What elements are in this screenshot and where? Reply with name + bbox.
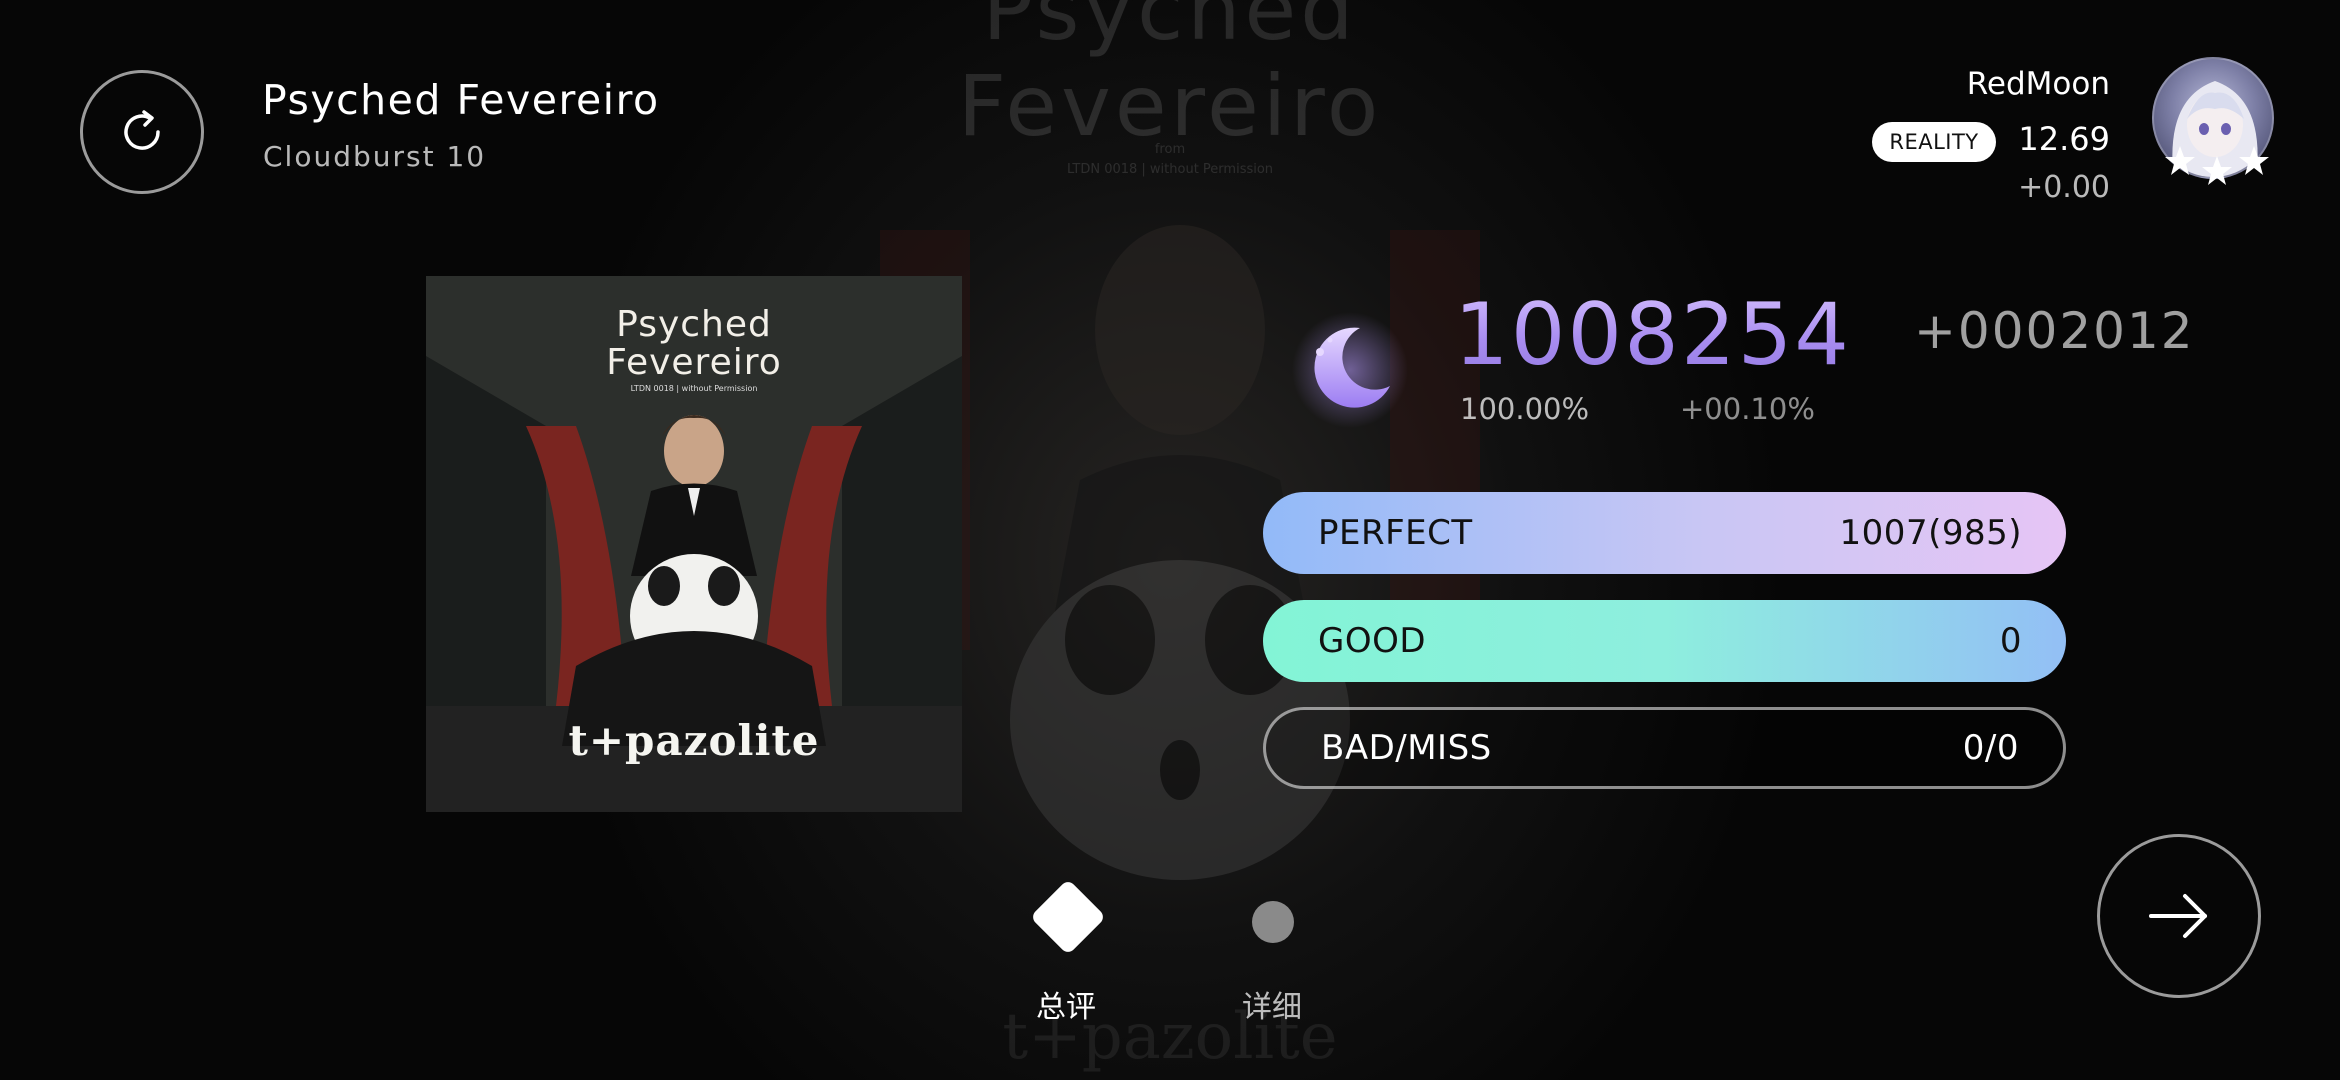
bad-miss-label: BAD/MISS — [1321, 728, 1492, 768]
diamond-icon — [1029, 878, 1107, 956]
good-label: GOOD — [1318, 621, 1427, 661]
player-name: RedMoon — [1966, 66, 2110, 102]
bad-miss-count: 0/0 — [1962, 728, 2019, 768]
avatar-stars — [2165, 146, 2269, 185]
tab-detail-label: 详细 — [1242, 990, 1302, 1025]
arrow-right-icon — [2149, 894, 2207, 938]
song-difficulty: Cloudburst 10 — [263, 140, 487, 173]
next-button[interactable] — [2097, 834, 2261, 998]
player-rating-delta: +0.00 — [2018, 170, 2110, 205]
tab-summary[interactable]: 总评 — [1016, 878, 1116, 1032]
dot-icon — [1252, 901, 1294, 943]
accuracy: 100.00% — [1460, 392, 1590, 426]
tab-summary-label: 总评 — [1036, 990, 1096, 1025]
accuracy-delta: +00.10% — [1680, 392, 1815, 426]
crescent-moon-icon — [1292, 312, 1408, 428]
tier-badge: REALITY — [1872, 122, 1996, 162]
song-title: Psyched Fevereiro — [262, 76, 660, 124]
background-brand: t+pazolite — [1002, 1000, 1338, 1074]
retry-icon — [124, 110, 160, 150]
perfect-label: PERFECT — [1318, 513, 1473, 553]
good-bar: GOOD 0 — [1263, 600, 2066, 682]
perfect-count: 1007(985) — [1839, 513, 2022, 553]
cover-title: Psyched Fevereiro — [606, 304, 782, 383]
result-screen: Psyched Fevereiro from LTDN 0018 | witho… — [0, 0, 2340, 1080]
perfect-bar: PERFECT 1007(985) — [1263, 492, 2066, 574]
score-delta: +0002012 — [1914, 302, 2195, 360]
cover-brand: t+pazolite — [568, 716, 820, 765]
bad-miss-bar: BAD/MISS 0/0 — [1263, 707, 2066, 789]
score: 1008254 — [1454, 280, 1851, 390]
player-rating: 12.69 — [2018, 120, 2110, 158]
star-icon — [2165, 146, 2195, 175]
star-icon — [2202, 156, 2232, 185]
retry-button[interactable] — [80, 70, 204, 194]
cover-credit: LTDN 0018 | without Permission — [630, 384, 758, 393]
star-icon — [2239, 146, 2269, 175]
album-cover: Psyched Fevereiro LTDN 0018 | without Pe… — [426, 276, 962, 812]
tab-detail[interactable]: 详细 — [1222, 882, 1322, 1032]
good-count: 0 — [1999, 621, 2022, 661]
